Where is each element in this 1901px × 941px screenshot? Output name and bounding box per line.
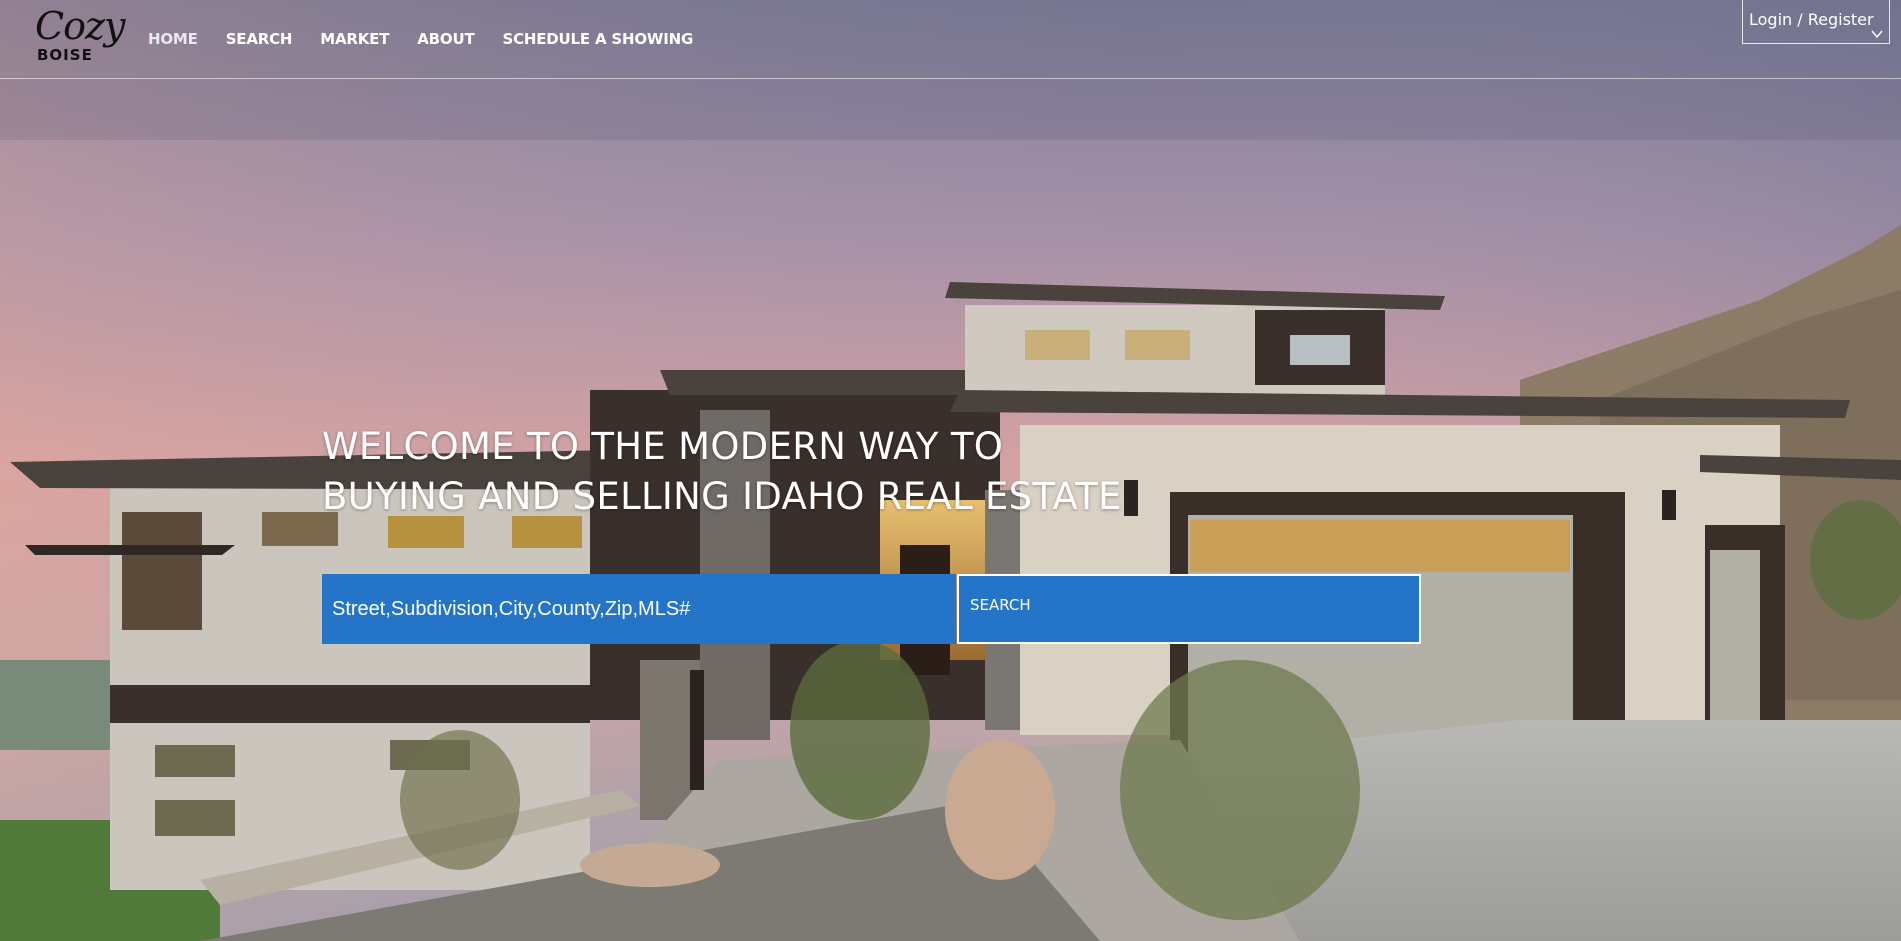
login-register-label: Login / Register	[1749, 10, 1874, 29]
nav-about[interactable]: ABOUT	[417, 30, 474, 48]
main-nav: HOME SEARCH MARKET ABOUT SCHEDULE A SHOW…	[148, 30, 721, 48]
nav-schedule-showing[interactable]: SCHEDULE A SHOWING	[502, 30, 693, 48]
nav-market[interactable]: MARKET	[320, 30, 389, 48]
nav-search[interactable]: SEARCH	[226, 30, 293, 48]
headline-line-2: BUYING AND SELLING IDAHO REAL ESTATE	[322, 475, 1122, 518]
brand-logo[interactable]: Cozy BOISE	[35, 4, 125, 68]
nav-home[interactable]: HOME	[148, 30, 198, 48]
property-search-input[interactable]	[322, 574, 956, 644]
logo-text-boise: BOISE	[37, 46, 93, 64]
login-register-dropdown[interactable]: Login / Register	[1742, 0, 1890, 44]
logo-text-cozy: Cozy	[35, 4, 125, 48]
top-navigation-bar: Cozy BOISE HOME SEARCH MARKET ABOUT SCHE…	[0, 0, 1901, 79]
search-button[interactable]: SEARCH	[957, 574, 1421, 644]
hero-headline: WELCOME TO THE MODERN WAY TO BUYING AND …	[322, 422, 1122, 522]
headline-line-1: WELCOME TO THE MODERN WAY TO	[322, 425, 1004, 468]
chevron-down-icon	[1871, 30, 1883, 39]
